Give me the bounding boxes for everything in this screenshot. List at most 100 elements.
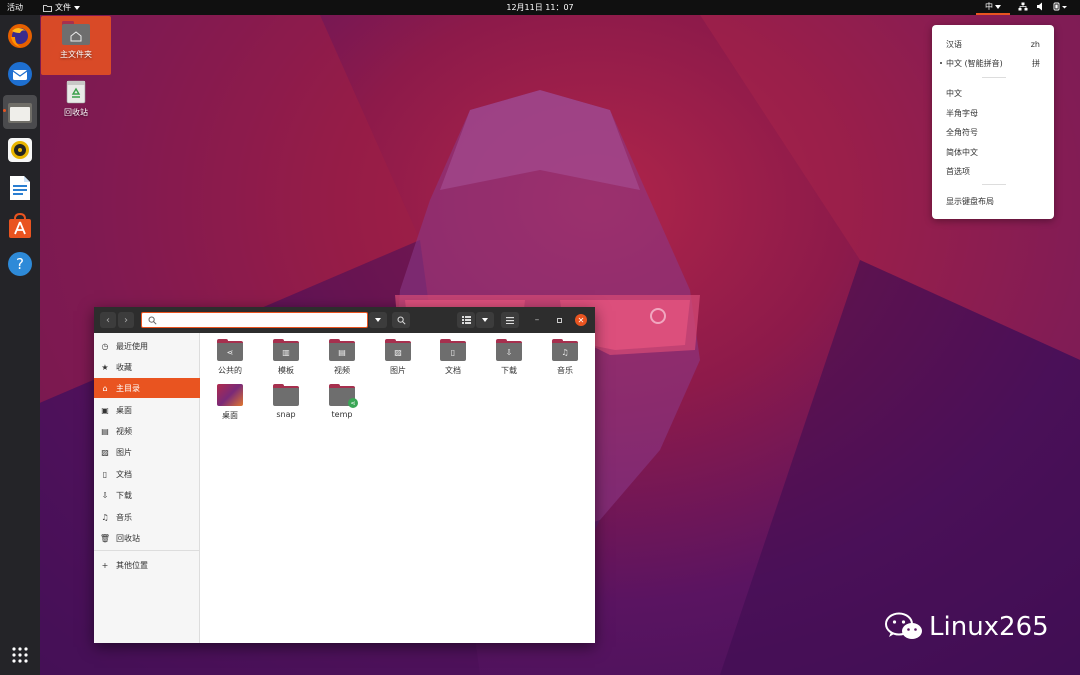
ime-menu-item-label: 半角字母 [946,108,978,118]
dock-item-rhythmbox[interactable] [3,133,37,167]
close-button[interactable]: ✕ [575,314,587,326]
files-icon [8,103,32,123]
folder-item[interactable]: ⋖ temp [320,384,364,419]
sidebar-item-other-locations[interactable]: + 其他位置 [94,555,200,575]
search-button[interactable] [392,312,410,328]
sidebar-item-documents[interactable]: ▯ 文档 [94,464,200,484]
chevron-left-icon: ‹ [106,314,110,326]
sidebar-item-downloads[interactable]: ⇩ 下载 [94,485,200,505]
music-icon: ♫ [101,512,109,522]
sidebar-item-label: 最近使用 [116,341,148,351]
search-icon [148,316,157,325]
maximize-button[interactable] [553,314,565,326]
sidebar-item-label: 收藏 [116,362,132,372]
sidebar-item-desktop[interactable]: ▣ 桌面 [94,400,200,420]
music-icon: ♫ [552,341,578,361]
sidebar-item-label: 主目录 [116,383,140,393]
sidebar-item-videos[interactable]: ▤ 视频 [94,421,200,441]
sidebar-item-recent[interactable]: ◷ 最近使用 [94,336,200,356]
input-method-indicator[interactable]: 中 [976,0,1010,15]
desktop-icon-trash[interactable]: 回收站 [41,80,111,120]
rhythmbox-icon [8,138,32,162]
dock-item-writer[interactable] [3,171,37,205]
ime-menu-item[interactable]: 中文 (智能拼音) 拼 [946,56,1040,70]
download-icon: ⇩ [496,341,522,361]
sidebar-item-music[interactable]: ♫ 音乐 [94,507,200,527]
system-tray[interactable] [1018,2,1067,11]
chevron-right-icon: › [124,314,128,326]
ime-menu-item[interactable]: 中文 [946,86,1040,100]
search-input[interactable] [141,312,368,328]
sidebar-item-label: 图片 [116,447,132,457]
activities-button[interactable]: 活动 [7,2,23,13]
ime-menu-item-label: 显示键盘布局 [946,196,994,206]
ime-menu-item[interactable]: 简体中文 [946,145,1040,159]
file-manager-window: ‹ › – ✕ ◷ 最近使用 ★ 收藏 ⌂ 主目录 ▣ 桌面 ▤ 视频 ▨ 图片 ▯ 文档 ⇩… [94,307,595,643]
search-options-button[interactable] [369,312,387,328]
minimize-button[interactable]: – [531,314,543,326]
app-menu[interactable]: 文件 [43,2,80,13]
trash-icon: 🗑 [99,533,111,543]
menu-separator [982,77,1006,78]
folder-item[interactable]: snap [264,384,308,419]
back-button[interactable]: ‹ [100,312,116,328]
view-options-button[interactable] [476,312,494,328]
svg-text:?: ? [16,255,24,273]
ime-menu-item-label: 中文 [946,88,962,98]
download-icon: ⇩ [101,490,109,500]
folder-item[interactable]: ▯ 文档 [431,339,475,376]
folder-item[interactable]: ⇩ 下载 [487,339,531,376]
folder-item[interactable]: ⋖ 公共的 [208,339,252,376]
dock-item-help[interactable]: ? [3,247,37,281]
ime-menu-item[interactable]: 半角字母 [946,106,1040,120]
sidebar-item-pictures[interactable]: ▨ 图片 [94,442,200,462]
file-grid: ⋖ 公共的 ▥ 模板 ▤ 视频 ▨ 图片 ▯ 文档 ⇩ 下载 ♫ 音乐 桌面 snap ⋖ t… [201,333,595,643]
dock-item-files[interactable] [3,95,37,129]
view-mode-button[interactable] [457,312,475,328]
desktop-icon-label: 主文件夹 [60,50,92,59]
desktop-icon-home[interactable]: 主文件夹 [41,16,111,75]
folder-item[interactable]: ▨ 图片 [376,339,420,376]
ime-menu-item[interactable]: 显示键盘布局 [946,194,1040,208]
ime-menu-item-label: 首选项 [946,166,970,176]
folder-item[interactable]: 桌面 [208,384,252,421]
template-icon: ▥ [273,341,299,361]
sidebar-item-label: 桌面 [116,405,132,415]
forward-button[interactable]: › [118,312,134,328]
selected-indicator [940,62,942,64]
header-bar[interactable]: ‹ › – ✕ [94,307,595,333]
hamburger-icon [506,316,514,324]
dock: ? [0,15,40,675]
share-icon: ⋖ [217,341,243,361]
ime-menu-item[interactable]: 全角符号 [946,125,1040,139]
sidebar-separator [94,550,200,551]
ime-menu-item[interactable]: 汉语 zh [946,37,1040,51]
clock[interactable]: 12月11日 11：07 [506,3,573,12]
ime-menu-item-label: 中文 (智能拼音) [946,58,1003,68]
folder-item[interactable]: ♫ 音乐 [543,339,587,376]
sidebar-item-home[interactable]: ⌂ 主目录 [94,378,200,398]
dock-item-software[interactable] [3,209,37,243]
sidebar-item-label: 视频 [116,426,132,436]
folder-label: 公共的 [218,366,242,375]
app-grid-icon [12,647,28,663]
software-icon [9,213,31,238]
folder-icon [43,4,52,12]
sidebar-item-trash[interactable]: 🗑 回收站 [94,528,200,548]
folder-item[interactable]: ▥ 模板 [264,339,308,376]
minimize-icon: – [534,315,540,325]
writer-icon [10,176,30,200]
sidebar-item-starred[interactable]: ★ 收藏 [94,357,200,377]
video-icon: ▤ [329,341,355,361]
dock-item-firefox[interactable] [3,19,37,53]
sidebar-item-label: 文档 [116,469,132,479]
ime-menu-item[interactable]: 首选项 [946,164,1040,178]
folder-item[interactable]: ▤ 视频 [320,339,364,376]
menu-button[interactable] [501,312,519,328]
folder-label: 音乐 [557,366,573,375]
clock-icon: ◷ [101,341,109,351]
folder-label: 下载 [501,366,517,375]
dock-item-thunderbird[interactable] [3,57,37,91]
show-applications-button[interactable] [3,638,37,672]
folder-label: snap [276,410,296,419]
